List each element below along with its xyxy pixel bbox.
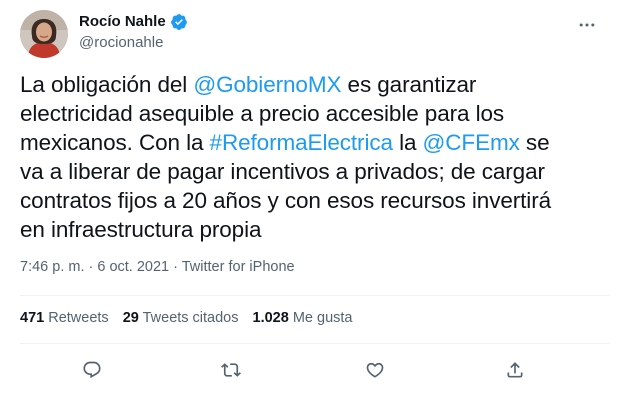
tweet-text-segment: mexicanos. Con la <box>20 130 210 155</box>
quotes-label: Tweets citados <box>138 310 239 326</box>
tweet-text-line: en infraestructura propia <box>20 215 615 244</box>
tweet-text-line: La obligación del @GobiernoMX es garanti… <box>20 70 615 99</box>
tweet-date[interactable]: 6 oct. 2021 <box>97 259 169 275</box>
tweet-text-segment: es garantizar <box>341 72 477 97</box>
avatar-portrait-image <box>20 10 68 58</box>
meta-separator: · <box>84 259 98 275</box>
tweet-text-segment: se <box>519 130 550 155</box>
more-options-button[interactable] <box>576 14 598 36</box>
avatar[interactable] <box>20 10 68 58</box>
tweet-text-segment: va a liberar de pagar incentivos a priva… <box>20 159 545 184</box>
meta-separator: · <box>169 259 182 275</box>
mention-link[interactable]: @CFEmx <box>423 130 520 155</box>
reply-button[interactable] <box>74 352 110 388</box>
likes-label: Me gusta <box>288 310 353 326</box>
like-button[interactable] <box>357 352 393 388</box>
retweet-button[interactable] <box>213 352 249 388</box>
tweet-time[interactable]: 7:46 p. m. <box>20 259 84 275</box>
quote-tweets-stat[interactable]: 29 Tweets citados <box>123 310 239 326</box>
tweet-meta: 7:46 p. m. · 6 oct. 2021 · Twitter for i… <box>20 259 295 275</box>
retweet-icon <box>221 363 241 377</box>
quotes-count: 29 <box>122 310 139 326</box>
reply-icon <box>83 361 101 379</box>
tweet-text-segment: La obligación del <box>20 72 194 97</box>
mention-link[interactable]: @GobiernoMX <box>193 72 341 97</box>
author-display-name[interactable]: Rocío Nahle <box>79 13 166 30</box>
hashtag-link[interactable]: #ReformaElectrica <box>210 130 393 155</box>
action-bar <box>20 352 580 390</box>
heart-icon <box>366 362 384 378</box>
retweets-count: 471 <box>20 310 45 326</box>
divider <box>20 295 610 296</box>
tweet-text-line: contratos fijos a 20 años y con esos rec… <box>20 186 615 215</box>
tweet-text-line: electricidad asequible a precio accesibl… <box>20 99 615 128</box>
tweet-card: Rocío Nahle @rocionahle La obligación de… <box>0 0 628 400</box>
tweet-text-segment: la <box>392 130 423 155</box>
divider <box>20 343 610 344</box>
author-info: Rocío Nahle @rocionahle <box>79 12 188 51</box>
author-handle[interactable]: @rocionahle <box>79 34 188 51</box>
share-icon <box>507 362 523 378</box>
tweet-stats: 471 Retweets 29 Tweets citados 1.028 Me … <box>20 310 366 326</box>
tweet-text-segment: electricidad asequible a precio accesibl… <box>20 101 505 126</box>
likes-stat[interactable]: 1.028 Me gusta <box>253 310 353 326</box>
tweet-text-segment: en infraestructura propia <box>20 217 262 242</box>
tweet-text: La obligación del @GobiernoMX es garanti… <box>20 70 615 244</box>
tweet-text-segment: contratos fijos a 20 años y con esos rec… <box>20 188 552 213</box>
more-horizontal-icon <box>579 23 595 27</box>
share-button[interactable] <box>497 352 533 388</box>
tweet-text-line: mexicanos. Con la #ReformaElectrica la @… <box>20 128 615 157</box>
tweet-source[interactable]: Twitter for iPhone <box>182 259 295 275</box>
verified-badge-icon <box>170 13 188 31</box>
likes-count: 1.028 <box>252 310 289 326</box>
retweets-label: Retweets <box>44 310 109 326</box>
retweets-stat[interactable]: 471 Retweets <box>20 310 109 326</box>
tweet-text-line: va a liberar de pagar incentivos a priva… <box>20 157 615 186</box>
